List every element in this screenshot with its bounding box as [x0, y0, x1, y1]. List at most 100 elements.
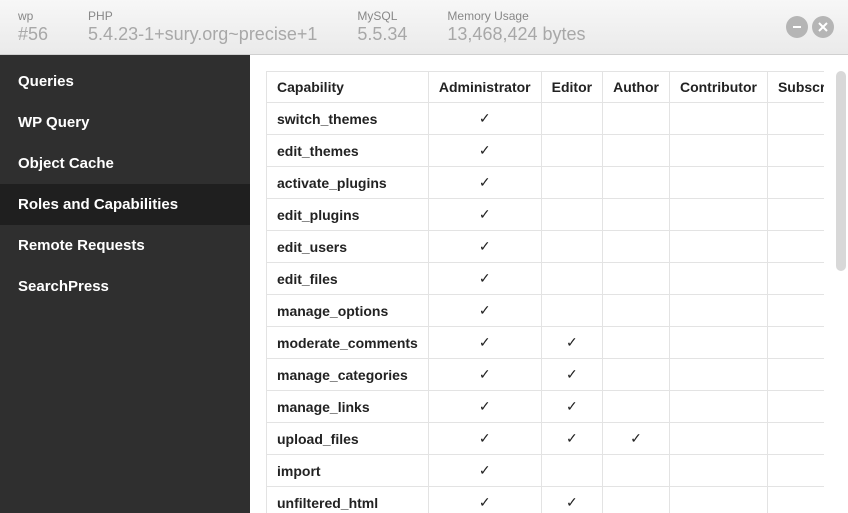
role-cell: [541, 103, 602, 135]
capability-name: upload_files: [267, 423, 429, 455]
role-cell: [669, 231, 767, 263]
capability-name: import: [267, 455, 429, 487]
table-row: edit_users ✓: [267, 231, 825, 263]
check-icon: ✓: [479, 142, 491, 158]
role-cell: ✓: [428, 423, 541, 455]
role-cell: [767, 103, 824, 135]
stat-label: PHP: [88, 9, 317, 23]
role-cell: ✓: [428, 455, 541, 487]
header: wp #56 PHP 5.4.23-1+sury.org~precise+1 M…: [0, 0, 848, 55]
capability-name: moderate_comments: [267, 327, 429, 359]
table-row: moderate_comments✓✓: [267, 327, 825, 359]
column-header: Capability: [267, 72, 429, 103]
role-cell: ✓: [541, 487, 602, 513]
role-cell: [767, 359, 824, 391]
stat-php: PHP 5.4.23-1+sury.org~precise+1: [88, 9, 317, 45]
role-cell: [541, 199, 602, 231]
check-icon: ✓: [566, 366, 578, 382]
stat-value: 5.4.23-1+sury.org~precise+1: [88, 24, 317, 45]
role-cell: ✓: [428, 487, 541, 513]
check-icon: ✓: [479, 270, 491, 286]
role-cell: ✓: [428, 135, 541, 167]
role-cell: [669, 327, 767, 359]
scrollbar-thumb[interactable]: [836, 71, 846, 271]
role-cell: [669, 199, 767, 231]
role-cell: ✓: [428, 327, 541, 359]
role-cell: [767, 391, 824, 423]
table-row: import ✓: [267, 455, 825, 487]
role-cell: ✓: [428, 103, 541, 135]
close-button[interactable]: [812, 16, 834, 38]
sidebar-item-searchpress[interactable]: SearchPress: [0, 266, 250, 307]
role-cell: [669, 487, 767, 513]
check-icon: ✓: [566, 334, 578, 350]
table-row: activate_plugins✓: [267, 167, 825, 199]
table-row: manage_categories✓✓: [267, 359, 825, 391]
check-icon: ✓: [566, 430, 578, 446]
role-cell: [603, 391, 670, 423]
role-cell: ✓: [541, 391, 602, 423]
role-cell: [669, 263, 767, 295]
role-cell: [767, 263, 824, 295]
role-cell: ✓: [541, 423, 602, 455]
sidebar-item-remote-requests[interactable]: Remote Requests: [0, 225, 250, 266]
column-header: Editor: [541, 72, 602, 103]
role-cell: ✓: [428, 391, 541, 423]
role-cell: [669, 391, 767, 423]
role-cell: [767, 167, 824, 199]
column-header: Subscriber: [767, 72, 824, 103]
check-icon: ✓: [479, 398, 491, 414]
stat-memory: Memory Usage 13,468,424 bytes: [447, 9, 585, 45]
role-cell: [767, 327, 824, 359]
role-cell: [603, 487, 670, 513]
minimize-button[interactable]: [786, 16, 808, 38]
role-cell: ✓: [541, 359, 602, 391]
role-cell: [603, 455, 670, 487]
stat-mysql: MySQL 5.5.34: [357, 9, 407, 45]
table-row: switch_themes✓: [267, 103, 825, 135]
role-cell: [603, 295, 670, 327]
role-cell: [767, 135, 824, 167]
table-row: manage_links ✓ ✓: [267, 391, 825, 423]
stat-value: #56: [18, 24, 48, 45]
capability-name: edit_users: [267, 231, 429, 263]
role-cell: [603, 263, 670, 295]
role-cell: [603, 327, 670, 359]
role-cell: [541, 231, 602, 263]
role-cell: [669, 295, 767, 327]
check-icon: ✓: [479, 494, 491, 510]
role-cell: [669, 455, 767, 487]
role-cell: [603, 167, 670, 199]
role-cell: [767, 455, 824, 487]
capability-name: manage_links: [267, 391, 429, 423]
sidebar-item-roles-and-capabilities[interactable]: Roles and Capabilities: [0, 184, 250, 225]
role-cell: ✓: [428, 295, 541, 327]
sidebar-item-wp-query[interactable]: WP Query: [0, 102, 250, 143]
stat-wp: wp #56: [18, 9, 48, 45]
role-cell: [603, 135, 670, 167]
capability-name: edit_files: [267, 263, 429, 295]
table-body: switch_themes✓edit_themes✓activate_plugi…: [267, 103, 825, 513]
role-cell: [669, 423, 767, 455]
capability-name: switch_themes: [267, 103, 429, 135]
capability-name: manage_options: [267, 295, 429, 327]
check-icon: ✓: [479, 462, 491, 478]
role-cell: [541, 263, 602, 295]
stat-label: Memory Usage: [447, 9, 585, 23]
role-cell: ✓: [541, 327, 602, 359]
close-icon: [818, 22, 828, 32]
check-icon: ✓: [479, 238, 491, 254]
capabilities-table: CapabilityAdministratorEditorAuthorContr…: [266, 71, 824, 513]
check-icon: ✓: [630, 430, 642, 446]
role-cell: [603, 231, 670, 263]
column-header: Administrator: [428, 72, 541, 103]
sidebar-item-queries[interactable]: Queries: [0, 61, 250, 102]
role-cell: [669, 359, 767, 391]
role-cell: [541, 135, 602, 167]
role-cell: ✓: [428, 231, 541, 263]
sidebar-item-object-cache[interactable]: Object Cache: [0, 143, 250, 184]
table-row: edit_themes✓: [267, 135, 825, 167]
role-cell: [541, 295, 602, 327]
role-cell: [767, 423, 824, 455]
stat-label: wp: [18, 9, 48, 23]
